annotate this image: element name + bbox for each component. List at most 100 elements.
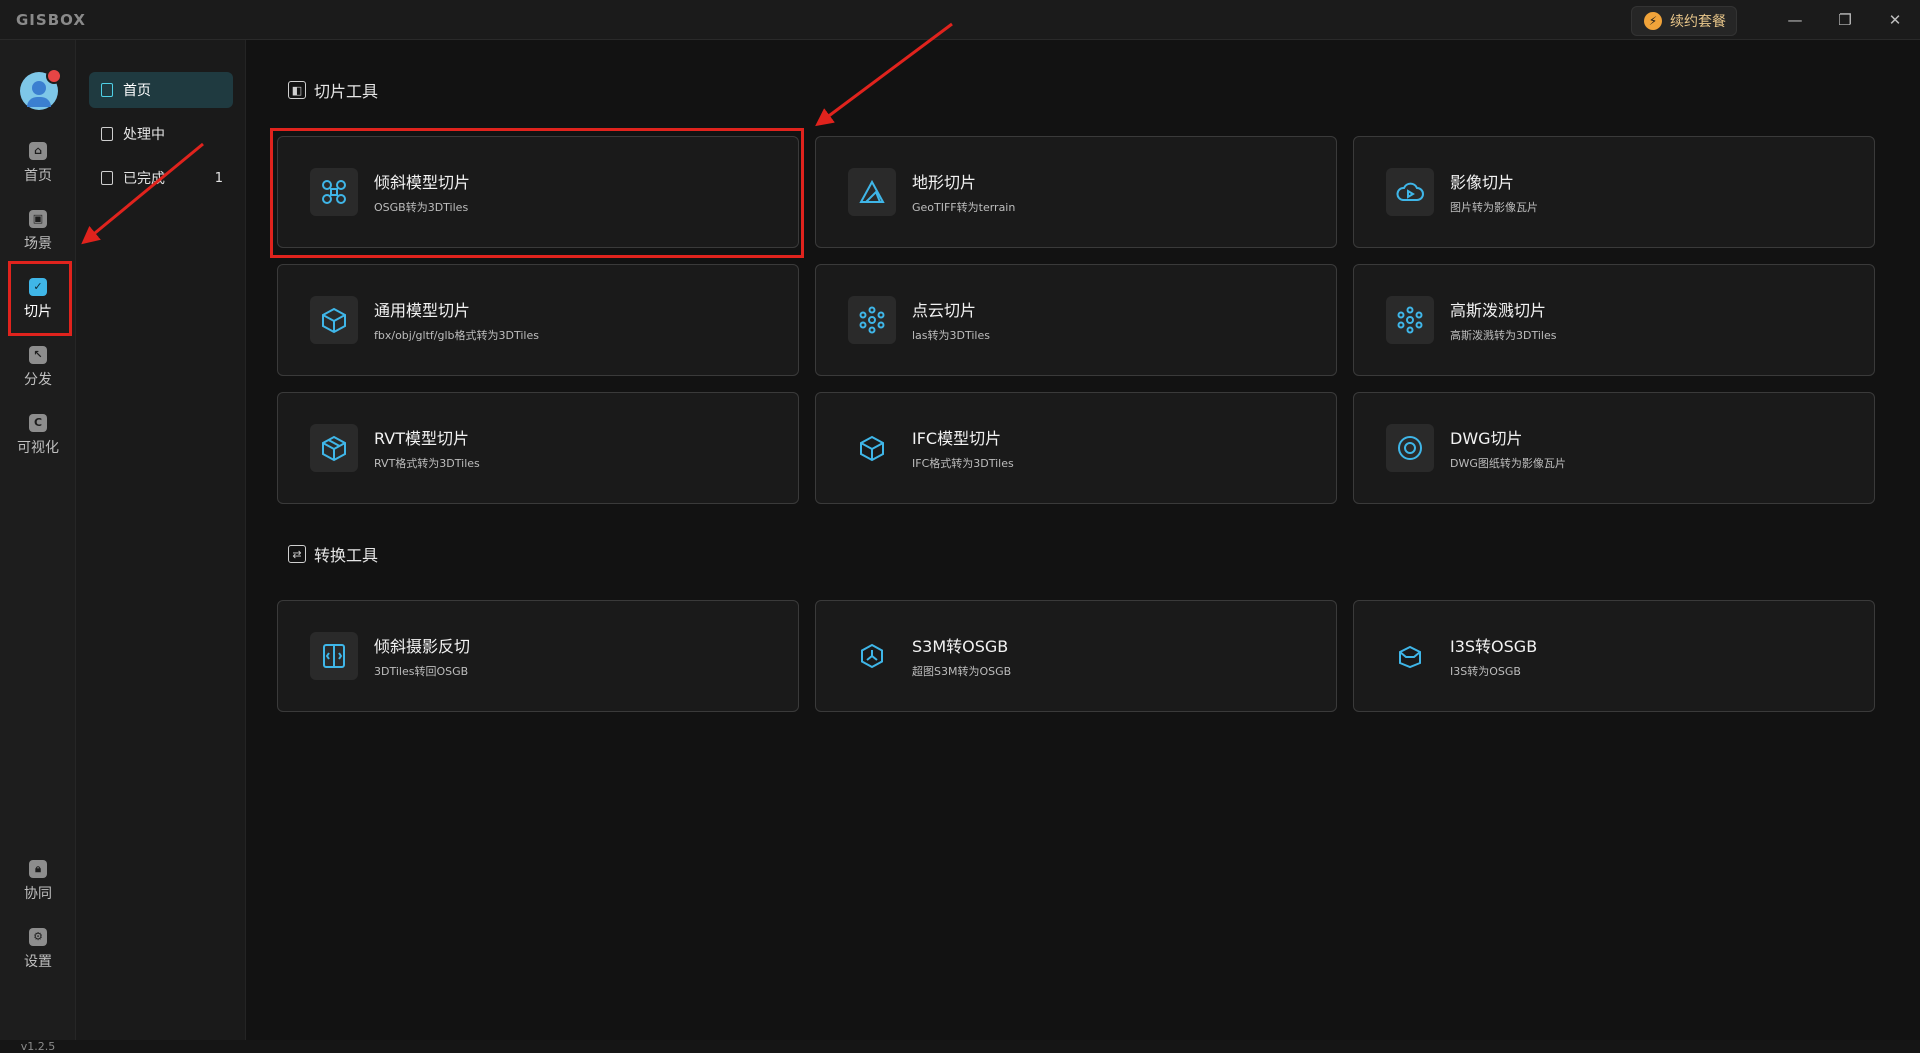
rail-item-label: 场景 — [24, 235, 52, 252]
map-icon: ◧ — [288, 81, 306, 99]
tool-card-reverse-oblique[interactable]: 倾斜摄影反切 3DTiles转回OSGB — [277, 600, 799, 712]
secondary-sidebar: 首页 处理中 已完成 1 — [76, 40, 246, 1040]
primary-sidebar: ⌂ 首页 ▣ 场景 ✓ 切片 ↖ 分发 C 可视化 🔒︎ 协同 ⚙ 设置 v1.… — [0, 40, 76, 1053]
tool-subtitle: 3DTiles转回OSGB — [374, 665, 469, 678]
tool-card-i3s[interactable]: I3S转OSGB I3S转为OSGB — [1353, 600, 1875, 712]
tool-card-gaussian[interactable]: 高斯泼溅切片 高斯泼溅转为3DTiles — [1353, 264, 1875, 376]
avatar-head-icon — [32, 81, 46, 95]
subnav-item-home[interactable]: 首页 — [89, 72, 233, 108]
tile-check-icon: ✓ — [29, 277, 47, 296]
reverse-icon — [310, 632, 358, 680]
tool-subtitle: DWG图纸转为影像瓦片 — [1450, 457, 1566, 470]
tool-title: 高斯泼溅切片 — [1450, 301, 1547, 320]
rail-item-label: 可视化 — [17, 439, 59, 456]
document-icon — [101, 83, 113, 97]
close-button[interactable]: ✕ — [1870, 0, 1920, 40]
tool-title: DWG切片 — [1450, 429, 1523, 448]
box-icon: ▣ — [29, 209, 47, 228]
tool-title: 地形切片 — [912, 173, 977, 192]
tool-card-s3m[interactable]: S3M转OSGB 超图S3M转为OSGB — [815, 600, 1337, 712]
tool-card-point-cloud[interactable]: 点云切片 las转为3DTiles — [815, 264, 1337, 376]
section-title-tiling: ◧ 切片工具 — [288, 78, 378, 102]
section-title-label: 转换工具 — [314, 546, 379, 565]
tool-subtitle: las转为3DTiles — [912, 329, 990, 342]
lock-icon: 🔒︎ — [29, 859, 47, 878]
section-title-convert: ⇄ 转换工具 — [288, 542, 378, 566]
cloud-play-icon — [1386, 168, 1434, 216]
rail-item-scene[interactable]: ▣ 场景 — [0, 200, 76, 262]
rail-item-label: 切片 — [24, 303, 52, 320]
tool-title: 通用模型切片 — [374, 301, 471, 320]
tool-subtitle: fbx/obj/gltf/glb格式转为3DTiles — [374, 329, 539, 342]
rail-item-label: 协同 — [24, 885, 52, 902]
notification-badge — [46, 68, 62, 84]
point-cloud-icon — [848, 296, 896, 344]
rail-item-distribute[interactable]: ↖ 分发 — [0, 336, 76, 398]
folder-swap-icon: ⇄ — [288, 545, 306, 563]
tool-card-rvt[interactable]: RVT模型切片 RVT格式转为3DTiles — [277, 392, 799, 504]
tool-subtitle: GeoTIFF转为terrain — [912, 201, 1016, 214]
avatar-body-icon — [27, 97, 51, 107]
tool-card-dwg[interactable]: DWG切片 DWG图纸转为影像瓦片 — [1353, 392, 1875, 504]
box-open-icon — [1386, 632, 1434, 680]
rail-item-label: 分发 — [24, 371, 52, 388]
tool-title: 点云切片 — [912, 301, 977, 320]
tool-subtitle: OSGB转为3DTiles — [374, 201, 469, 214]
home-icon: ⌂ — [29, 141, 47, 160]
main-content: ◧ 切片工具 倾斜模型切片 OSGB转为3DTiles 地形切片 GeoTIFF… — [246, 40, 1920, 1040]
rail-item-tiling[interactable]: ✓ 切片 — [0, 268, 76, 330]
cube-icon — [310, 296, 358, 344]
restore-button[interactable]: ❐ — [1820, 0, 1870, 40]
tool-title: IFC模型切片 — [912, 429, 1002, 448]
gear-icon: ⚙ — [29, 927, 47, 946]
rail-item-label: 首页 — [24, 167, 52, 184]
completed-count: 1 — [214, 170, 223, 186]
tool-subtitle: 图片转为影像瓦片 — [1450, 201, 1538, 214]
hexagon-icon — [848, 632, 896, 680]
tool-title: I3S转OSGB — [1450, 637, 1538, 656]
section-title-label: 切片工具 — [314, 82, 379, 101]
tool-subtitle: I3S转为OSGB — [1450, 665, 1521, 678]
tool-title: RVT模型切片 — [374, 429, 469, 448]
rail-item-visualize[interactable]: C 可视化 — [0, 404, 76, 466]
app-logo: GISBOX — [16, 11, 86, 29]
tool-title: 倾斜模型切片 — [374, 173, 471, 192]
tool-title: 倾斜摄影反切 — [374, 637, 471, 656]
document-icon — [101, 127, 113, 141]
subnav-item-label: 已完成 — [123, 171, 165, 187]
ifc-cube-icon — [848, 424, 896, 472]
tool-subtitle: RVT格式转为3DTiles — [374, 457, 480, 470]
subnav-item-label: 首页 — [123, 83, 151, 99]
rvt-cube-icon — [310, 424, 358, 472]
subnav-item-processing[interactable]: 处理中 — [89, 116, 233, 152]
document-check-icon — [101, 171, 113, 185]
tool-card-ifc[interactable]: IFC模型切片 IFC格式转为3DTiles — [815, 392, 1337, 504]
export-icon: ↖ — [29, 345, 47, 364]
rail-item-home[interactable]: ⌂ 首页 — [0, 132, 76, 194]
tool-subtitle: 高斯泼溅转为3DTiles — [1450, 329, 1557, 342]
title-bar: GISBOX ⚡ 续约套餐 — ❐ ✕ — [0, 0, 1920, 40]
lightning-icon: ⚡ — [1644, 12, 1662, 30]
subnav-item-completed[interactable]: 已完成 1 — [89, 160, 233, 196]
rail-item-settings[interactable]: ⚙ 设置 — [0, 918, 76, 980]
visual-icon: C — [29, 413, 47, 432]
tool-card-terrain[interactable]: 地形切片 GeoTIFF转为terrain — [815, 136, 1337, 248]
renew-plan-button[interactable]: ⚡ 续约套餐 — [1631, 6, 1737, 36]
dwg-circle-icon — [1386, 424, 1434, 472]
drone-icon — [310, 168, 358, 216]
subnav-item-label: 处理中 — [123, 127, 165, 143]
gaussian-icon — [1386, 296, 1434, 344]
tool-card-oblique[interactable]: 倾斜模型切片 OSGB转为3DTiles — [277, 136, 799, 248]
tool-card-general-model[interactable]: 通用模型切片 fbx/obj/gltf/glb格式转为3DTiles — [277, 264, 799, 376]
tool-subtitle: IFC格式转为3DTiles — [912, 457, 1014, 470]
tool-title: 影像切片 — [1450, 173, 1515, 192]
tool-title: S3M转OSGB — [912, 637, 1009, 656]
tool-subtitle: 超图S3M转为OSGB — [912, 665, 1012, 678]
app-version: v1.2.5 — [20, 1040, 56, 1053]
avatar[interactable] — [20, 68, 62, 110]
minimize-button[interactable]: — — [1770, 0, 1820, 40]
terrain-icon — [848, 168, 896, 216]
rail-item-collaborate[interactable]: 🔒︎ 协同 — [0, 850, 76, 912]
renew-plan-label: 续约套餐 — [1670, 14, 1726, 30]
tool-card-imagery[interactable]: 影像切片 图片转为影像瓦片 — [1353, 136, 1875, 248]
